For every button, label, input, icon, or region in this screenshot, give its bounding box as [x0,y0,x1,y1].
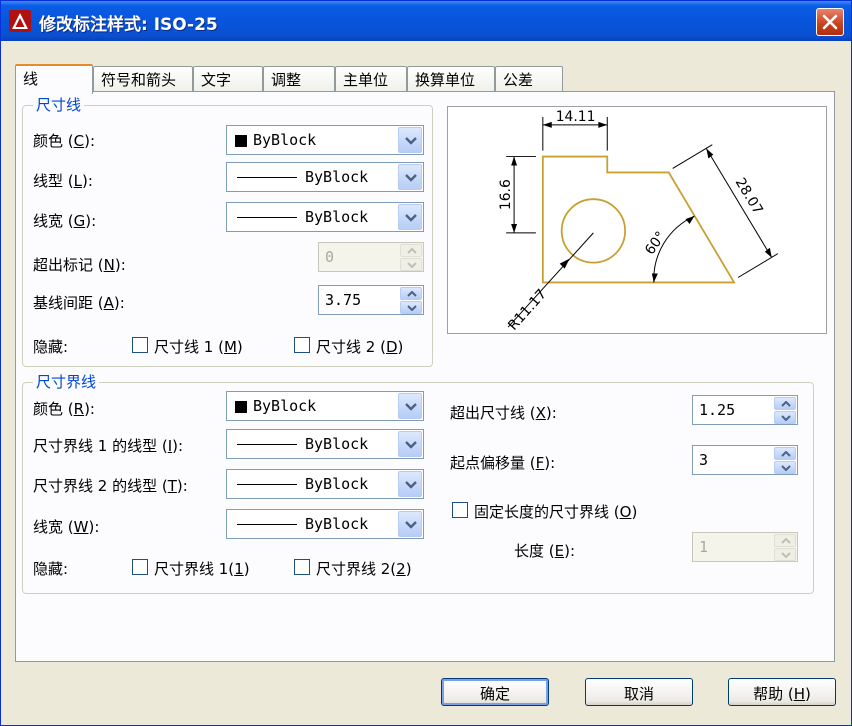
tab-alternate-units[interactable]: 换算单位 [407,66,495,92]
chevron-down-icon [405,403,417,411]
preview-arrow [706,148,714,159]
tab-fit[interactable]: 调整 [263,66,335,92]
preview-arrow [651,273,658,283]
tab-tolerances[interactable]: 公差 [495,66,563,92]
line-sample [237,524,297,525]
chevron-down-icon [405,137,417,145]
dialog-window: 修改标注样式: ISO-25 线 符号和箭头 文字 调整 主单位 换算单位 公差… [0,0,852,726]
line-sample [237,177,297,178]
ext-color-label: 颜色 (R): [33,400,95,418]
dim-linetype-label: 线型 (L): [33,172,93,190]
extend-beyond-spinner[interactable]: 1.25 [692,395,798,425]
preview-arrow [511,156,518,166]
dim-linetype-select[interactable]: ByBlock [226,162,424,192]
cancel-button[interactable]: 取消 [585,678,693,706]
baseline-spacing-spinner[interactable]: 3.75 [318,285,424,315]
suppress-ext-line-1-label[interactable]: 尺寸界线 1(1) [154,558,250,579]
length-spinner: 1 [692,532,798,562]
dimension-preview: 14.11 16.6 28.07 60° R11.17 [447,106,827,334]
preview-arrow [542,121,552,128]
ext-suppress-label: 隐藏: [33,560,69,578]
preview-arrow [685,216,695,224]
dim-suppress-label: 隐藏: [33,338,69,356]
preview-outline [541,155,736,284]
line-sample [237,484,297,485]
tab-lines[interactable]: 线 [15,64,93,94]
preview-dim-radius: R11.17 [505,286,550,333]
preview-arrow [598,121,608,128]
origin-offset-label: 起点偏移量 (F): [450,454,556,472]
dim-extend-label: 超出标记 (N): [33,256,126,274]
close-button[interactable] [816,8,844,36]
window-title: 修改标注样式: ISO-25 [39,15,218,35]
arrow-down-icon [781,465,791,471]
chevron-down-icon [405,214,417,222]
fixed-length-label[interactable]: 固定长度的尺寸界线 (O) [474,501,637,522]
chevron-down-icon [405,441,417,449]
title-bar[interactable]: 修改标注样式: ISO-25 [1,1,851,41]
line-sample [237,217,297,218]
ext-lineweight-select[interactable]: ByBlock [226,509,424,539]
suppress-dim-line-2-label[interactable]: 尺寸线 2 (D) [316,336,403,357]
autocad-logo-icon [9,10,31,32]
arrow-up-icon [781,451,791,457]
arrow-down-icon [407,262,417,268]
extend-beyond-label: 超出尺寸线 (X): [450,404,557,422]
arrow-up-icon [407,291,417,297]
tab-symbols-arrows[interactable]: 符号和箭头 [93,66,193,92]
preview-arrow [559,258,570,269]
arrow-down-icon [407,305,417,311]
dim-lineweight-select[interactable]: ByBlock [226,202,424,232]
arrow-down-icon [781,415,791,421]
ext-lines-group-title: 尺寸界线 [33,371,100,392]
help-button[interactable]: 帮助 (H) [728,678,836,706]
ext-line1-linetype-label: 尺寸界线 1 的线型 (I): [33,437,184,455]
dim-color-select[interactable]: ByBlock [226,125,424,155]
color-swatch [235,401,247,413]
fixed-length-checkbox[interactable] [452,502,468,518]
dim-extend-spinner: 0 [318,242,424,272]
ext-lineweight-label: 线宽 (W): [33,518,100,536]
color-swatch [235,135,247,147]
ext-line1-linetype-select[interactable]: ByBlock [226,429,424,459]
suppress-dim-line-2-checkbox[interactable] [294,337,310,353]
suppress-ext-line-2-label[interactable]: 尺寸界线 2(2) [316,558,412,579]
preview-dim-angle: 60° [642,229,669,258]
suppress-ext-line-1-checkbox[interactable] [132,559,148,575]
ext-color-select[interactable]: ByBlock [226,391,424,421]
ext-line2-linetype-select[interactable]: ByBlock [226,469,424,499]
dim-lines-group-title: 尺寸线 [33,94,85,115]
tab-primary-units[interactable]: 主单位 [335,66,407,92]
dim-color-label: 颜色 (C): [33,132,96,150]
line-sample [237,444,297,445]
close-icon [822,14,838,30]
preview-circle [560,198,626,264]
preview-arrow [764,247,772,258]
preview-dim-top: 14.11 [556,109,596,125]
ext-line2-linetype-label: 尺寸界线 2 的线型 (T): [33,477,188,495]
arrow-up-icon [781,401,791,407]
suppress-dim-line-1-checkbox[interactable] [132,337,148,353]
baseline-spacing-label: 基线间距 (A): [33,294,125,312]
preview-dim-left: 16.6 [498,179,514,210]
preview-arrow [511,223,518,233]
dim-lineweight-label: 线宽 (G): [33,212,97,230]
arrow-up-icon [407,248,417,254]
preview-dim-right: 28.07 [732,175,766,217]
origin-offset-spinner[interactable]: 3 [692,445,798,475]
ok-button[interactable]: 确定 [441,678,549,706]
chevron-down-icon [405,521,417,529]
arrow-down-icon [781,552,791,558]
suppress-ext-line-2-checkbox[interactable] [294,559,310,575]
length-label: 长度 (E): [514,542,576,560]
chevron-down-icon [405,481,417,489]
tab-text[interactable]: 文字 [193,66,263,92]
preview-ext-line [672,144,713,169]
suppress-dim-line-1-label[interactable]: 尺寸线 1 (M) [154,336,243,357]
chevron-down-icon [405,174,417,182]
arrow-up-icon [781,538,791,544]
